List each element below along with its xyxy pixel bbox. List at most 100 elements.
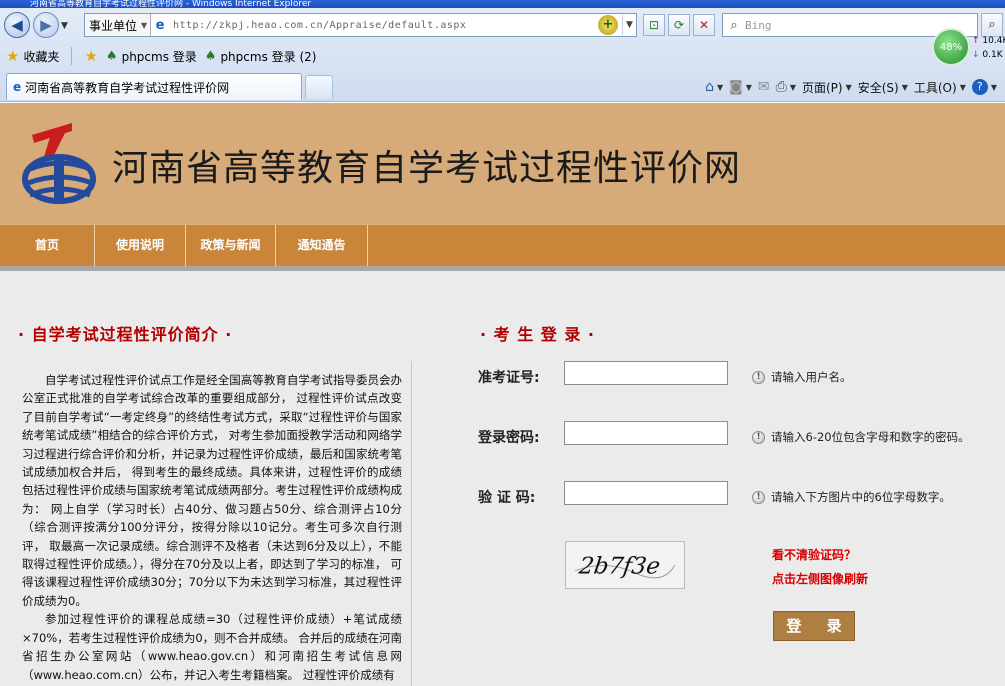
toolbar-separator [71,47,73,65]
exam-number-label: 准考证号: [478,370,540,386]
download-arrow-icon: ↓ [972,50,980,60]
phpcms-favicon-icon: ♠ [204,48,217,64]
network-usage-gauge: 48% [932,28,970,66]
add-to-favorites-bar-button[interactable]: ★ [84,47,97,65]
captcha-help-line-2: 点击左侧图像刷新 [772,572,869,586]
printer-icon: ⎙ [775,79,787,95]
password-label: 登录密码: [478,430,540,446]
intro-body: 自学考试过程性评价试点工作是经全国高等教育自学考试指导委员会办公室正式批准的自学… [22,371,402,684]
new-tab-button[interactable] [305,75,333,99]
captcha-hint: ! 请输入下方图片中的6位字母数字。 [752,489,951,505]
window-title: 河南省高等教育自学考试过程性评价网 - Windows Internet Exp… [0,0,1005,8]
help-menu[interactable]: ? ▼ [971,79,997,95]
compat-view-icon[interactable]: ⊡ [643,14,665,36]
captcha-hint-text: 请输入下方图片中的6位字母数字。 [771,490,951,504]
print-button[interactable]: ⎙ ▼ [776,79,796,95]
back-arrow-icon: ◀ [11,16,23,34]
refresh-icon[interactable]: ⟳ [668,14,690,36]
exam-number-hint: ! 请输入用户名。 [752,369,852,385]
column-divider [411,361,412,686]
intro-paragraph: 自学考试过程性评价试点工作是经全国高等教育自学考试指导委员会办公室正式批准的自学… [22,373,402,608]
tools-menu[interactable]: 工具(O) ▼ [914,79,966,96]
captcha-input[interactable] [564,481,728,505]
favorites-button[interactable]: ★ 收藏夹 [6,47,59,65]
captcha-image[interactable]: 2b7f3e [565,541,685,589]
chevron-down-icon: ▼ [845,82,852,92]
nav-policy-news[interactable]: 政策与新闻 [186,225,276,266]
nav-underline [0,266,1005,271]
tab-title: 河南省高等教育自学考试过程性评价网 [25,80,230,95]
nav-home[interactable]: 首页 [0,225,95,266]
favorite-link-phpcms-2[interactable]: ♠ phpcms 登录 (2) [205,48,317,65]
ie-page-icon: e [13,80,22,94]
chevron-down-icon: ▼ [901,82,908,92]
feeds-button[interactable]: ◙ ▼ [729,79,752,95]
favorite-link-label: phpcms 登录 [121,49,197,64]
main-nav: 首页 使用说明 政策与新闻 通知通告 [0,224,1005,266]
page-menu-label: 页面(P) [801,80,843,95]
page-menu[interactable]: 页面(P) ▼ [802,79,852,96]
forward-button[interactable]: ▶ [33,12,59,38]
site-logo-icon [22,123,96,204]
chevron-down-icon: ▼ [745,82,752,92]
history-dropdown-icon[interactable]: ▼ [61,21,73,31]
address-bar[interactable]: 事业单位 ▼ e http://zkpj.heao.com.cn/Apprais… [84,13,637,37]
chevron-down-icon: ▼ [141,20,148,30]
password-hint: ! 请输入6-20位包含字母和数字的密码。 [752,429,970,445]
favorite-link-label: phpcms 登录 (2) [220,49,317,64]
info-icon: ! [752,430,765,444]
network-meter-widget: 48% ↑ 10.4K ↓ 0.1K [930,28,1005,68]
go-icon[interactable]: + [598,15,618,35]
tab-current[interactable]: e 河南省高等教育自学考试过程性评价网 [6,73,302,100]
safety-menu[interactable]: 安全(S) ▼ [858,79,908,96]
chevron-down-icon: ▼ [789,82,796,92]
favorites-label: 收藏夹 [23,49,60,64]
exam-number-input[interactable] [564,361,728,385]
tools-menu-label: 工具(O) [913,80,957,95]
safety-menu-label: 安全(S) [857,80,899,95]
info-icon: ! [752,370,765,384]
favorites-star-icon: ★ [6,47,20,65]
address-favorite-dropdown[interactable]: 事业单位 ▼ [85,14,151,36]
exam-number-hint-text: 请输入用户名。 [771,370,852,384]
download-rate: ↓ 0.1K [972,50,1003,60]
upload-rate: ↑ 10.4K [972,36,1005,46]
intro-heading: · 自学考试过程性评价简介 · [18,325,233,344]
chevron-down-icon: ▼ [959,82,966,92]
phpcms-favicon-icon: ♠ [105,48,118,64]
address-url[interactable]: http://zkpj.heao.com.cn/Appraise/default… [169,20,598,31]
add-favorite-icon: ★ [84,47,98,65]
captcha-refresh-help[interactable]: 看不清验证码？ 点击左侧图像刷新 [772,543,868,591]
captcha-label: 验 证 码: [478,490,536,506]
captcha-help-line-1: 看不清验证码？ [772,548,857,562]
forward-arrow-icon: ▶ [40,16,52,34]
favorites-bar: ★ 收藏夹 ★ ♠ phpcms 登录 ♠ phpcms 登录 (2) [0,43,930,69]
ie-page-icon: e [155,17,165,33]
rss-icon: ◙ [729,79,743,95]
password-input[interactable] [564,421,728,445]
back-button[interactable]: ◀ [4,12,30,38]
mail-icon: ✉ [757,79,770,95]
password-hint-text: 请输入6-20位包含字母和数字的密码。 [771,430,970,444]
upload-arrow-icon: ↑ [972,36,980,46]
home-button[interactable]: ⌂ ▼ [705,79,723,95]
nav-instructions[interactable]: 使用说明 [95,225,186,266]
chevron-down-icon: ▼ [716,82,724,92]
web-page: 河南省高等教育自学考试过程性评价网 首页 使用说明 政策与新闻 通知通告 · 自… [0,103,1005,686]
address-favorite-label: 事业单位 [89,18,138,33]
search-provider-icon: ⌕ [730,17,738,33]
favorite-link-phpcms-1[interactable]: ♠ phpcms 登录 [106,48,197,65]
stop-icon[interactable]: ✕ [693,14,715,36]
login-button[interactable]: 登 录 [773,611,855,641]
login-heading: · 考 生 登 录 · [480,325,596,344]
nav-notices[interactable]: 通知通告 [276,225,368,266]
chevron-down-icon: ▼ [990,82,997,92]
command-bar: ⌂ ▼ ◙ ▼ ✉ ⎙ ▼ 页面(P) ▼ 安全(S) ▼ 工具(O) ▼ ? ▼ [705,75,997,99]
read-mail-button[interactable]: ✉ [758,79,770,95]
browser-chrome: 河南省高等教育自学考试过程性评价网 - Windows Internet Exp… [0,0,1005,102]
tab-row: e 河南省高等教育自学考试过程性评价网 ⌂ ▼ ◙ ▼ ✉ ⎙ ▼ 页面(P) ▼ 安全… [0,71,1005,101]
site-banner: 河南省高等教育自学考试过程性评价网 [0,103,1005,224]
home-icon: ⌂ [705,79,714,95]
captcha-text: 2b7f3e [576,554,661,580]
address-dropdown-icon[interactable]: ▼ [622,15,636,35]
